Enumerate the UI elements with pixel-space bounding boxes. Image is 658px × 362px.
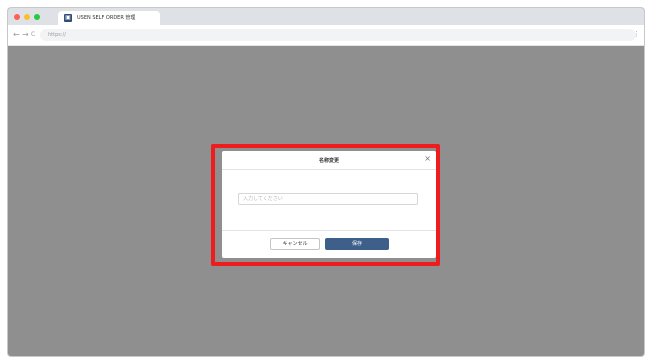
cancel-button[interactable]: キャンセル <box>270 238 320 250</box>
save-button[interactable]: 保存 <box>325 238 389 250</box>
forward-icon[interactable]: → <box>22 31 29 39</box>
address-bar[interactable]: https:// <box>40 29 636 41</box>
tab-bar: ▣ USEN SELF ORDER 管理 <box>8 8 644 25</box>
browser-menu-icon[interactable]: ⋮ <box>633 30 640 38</box>
header-divider <box>222 169 436 170</box>
footer-divider <box>222 230 436 231</box>
zoom-window-button[interactable] <box>34 14 40 20</box>
browser-toolbar: ← → C https:// ⋮ <box>8 25 644 46</box>
close-icon[interactable]: × <box>424 154 431 164</box>
name-input[interactable] <box>238 193 418 205</box>
close-window-button[interactable] <box>14 14 20 20</box>
dialog-title: 名称変更 <box>318 158 339 164</box>
app-icon: ▣ <box>64 14 72 22</box>
browser-tab[interactable]: ▣ USEN SELF ORDER 管理 <box>58 11 160 25</box>
tab-title: USEN SELF ORDER 管理 <box>77 15 136 21</box>
back-icon[interactable]: ← <box>13 31 20 39</box>
url-text: https:// <box>48 32 66 38</box>
minimize-window-button[interactable] <box>24 14 30 20</box>
reload-icon[interactable]: C <box>31 31 35 39</box>
rename-dialog: 名称変更 × キャンセル 保存 <box>222 151 436 258</box>
